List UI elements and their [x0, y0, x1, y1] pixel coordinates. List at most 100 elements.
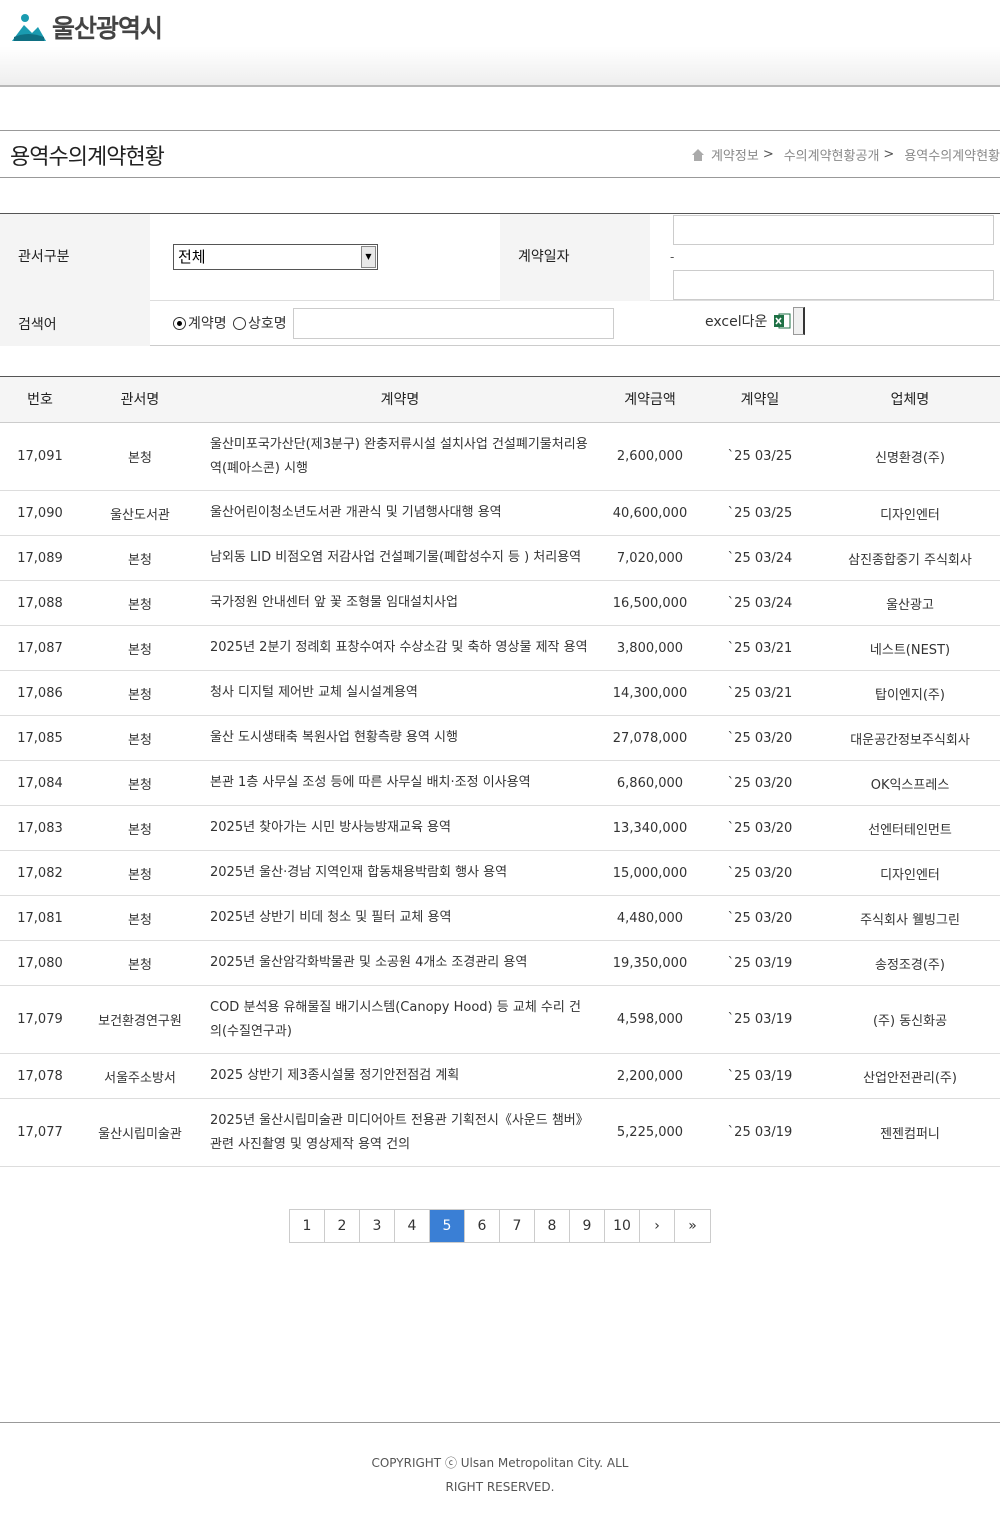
cell-amount: 15,000,000: [612, 865, 688, 881]
cell-name[interactable]: 2025년 상반기 비데 청소 및 필터 교체 용역: [210, 896, 590, 940]
page-link-10[interactable]: 10: [605, 1210, 640, 1242]
page-link-5[interactable]: 5: [430, 1210, 465, 1242]
cell-date: `25 03/24: [727, 550, 793, 566]
radio-company-name[interactable]: 상호명: [233, 313, 287, 333]
page-link-7[interactable]: 7: [500, 1210, 535, 1242]
cell-no: 17,087: [17, 640, 63, 656]
end-date-input[interactable]: [673, 270, 994, 300]
cell-dept: 울산도서관: [110, 507, 170, 523]
col-header-dept: 관서명: [120, 392, 160, 408]
cell-name[interactable]: 청사 디지털 제어반 교체 실시설계용역: [210, 671, 590, 715]
page-link-4[interactable]: 4: [395, 1210, 430, 1242]
page-link-2[interactable]: 2: [325, 1210, 360, 1242]
cell-company: 젠젠컴퍼니: [880, 1127, 940, 1142]
cell-name[interactable]: 2025 상반기 제3종시설물 정기안전점검 계획: [210, 1054, 590, 1098]
cell-name[interactable]: 울산 도시생태축 복원사업 현황측량 용역 시행: [210, 716, 590, 760]
cell-amount: 5,225,000: [616, 1125, 684, 1140]
cell-name[interactable]: 2025년 찾아가는 시민 방사능방재교육 용역: [210, 806, 590, 850]
cell-date: `25 03/19: [727, 1068, 793, 1084]
search-form: 관서구분 전체 ▼ 계약일자 - 검색어 계약명 상호명 excel다운: [0, 213, 1000, 346]
cell-date: `25 03/24: [727, 595, 793, 611]
cell-date: `25 03/21: [727, 685, 793, 701]
site-logo[interactable]: 울산광역시: [10, 10, 163, 44]
site-footer: COPYRIGHT ⓒ Ulsan Metropolitan City. ALL…: [0, 1422, 1000, 1524]
radio-contract-label: 계약명: [188, 316, 227, 332]
cell-dept: 본청: [128, 732, 152, 748]
cell-name[interactable]: 2025년 울산시립미술관 미디어아트 전용관 기획전시《사운드 챔버》관련 사…: [210, 1099, 590, 1166]
copyright-text: COPYRIGHT ⓒ Ulsan Metropolitan City. ALL…: [371, 1456, 629, 1494]
cell-dept: 본청: [128, 822, 152, 838]
cell-date: `25 03/20: [727, 775, 793, 791]
cell-name[interactable]: 본관 1층 사무실 조성 등에 따른 사무실 배치·조정 이사용역: [210, 761, 590, 805]
radio-contract-name[interactable]: 계약명: [173, 313, 227, 333]
table-row: 17,085 본청 울산 도시생태축 복원사업 현황측량 용역 시행 27,078,0…: [0, 716, 1000, 761]
cell-dept: 본청: [128, 552, 152, 568]
cell-name[interactable]: 2025년 울산암각화박물관 및 소공원 4개소 조경관리 용역: [210, 941, 590, 985]
cell-name[interactable]: 울산어린이청소년도서관 개관식 및 기념행사대행 용역: [210, 491, 590, 535]
page-link-3[interactable]: 3: [360, 1210, 395, 1242]
cell-amount: 40,600,000: [612, 505, 688, 521]
radio-unchecked-icon[interactable]: [233, 316, 246, 330]
cell-date: `25 03/20: [727, 820, 793, 836]
title-bar: 용역수의계약현황 계약정보 > 수의계약현황공개 > 용역수의계약현황: [0, 130, 1000, 178]
dropdown-arrow-icon[interactable]: ▼: [361, 246, 376, 268]
cell-dept: 본청: [128, 777, 152, 793]
cell-name[interactable]: 2025년 울산·경남 지역인재 합동채용박람회 행사 용역: [210, 851, 590, 895]
excel-download-button[interactable]: excel다운: [705, 307, 806, 335]
cell-company: 신명환경(주): [875, 451, 945, 466]
breadcrumb-item-service-contract[interactable]: 용역수의계약현황: [904, 145, 1000, 164]
cell-dept: 서울주소방서: [104, 1070, 176, 1086]
cell-name[interactable]: 울산미포국가산단(제3분구) 완충저류시설 설치사업 건설폐기물처리용역(폐아스…: [210, 423, 590, 490]
table-row: 17,091 본청 울산미포국가산단(제3분구) 완충저류시설 설치사업 건설폐기물…: [0, 423, 1000, 491]
breadcrumb-item-private-contract[interactable]: 수의계약현황공개: [784, 145, 880, 164]
cell-amount: 6,860,000: [616, 775, 684, 791]
dept-select[interactable]: 전체 ▼: [173, 244, 378, 270]
cell-name[interactable]: 2025년 2분기 정례회 표창수여자 수상소감 및 축하 영상물 제작 용역: [210, 626, 590, 670]
cell-date: `25 03/20: [727, 865, 793, 881]
excel-download-label: excel다운: [705, 314, 768, 330]
cell-company: 선엔터테인먼트: [868, 822, 952, 838]
cell-company: 삼진종합중기 주식회사: [848, 552, 972, 568]
col-header-name: 계약명: [380, 392, 420, 408]
table-header: 번호 관서명 계약명 계약금액 계약일 업체명: [0, 377, 1000, 423]
keyword-input[interactable]: [293, 308, 614, 339]
home-icon[interactable]: [691, 148, 705, 162]
page-link-8[interactable]: 8: [535, 1210, 570, 1242]
cell-date: `25 03/25: [727, 449, 793, 464]
cell-company: 탑이엔지(주): [875, 687, 945, 703]
breadcrumb-item-contract-info[interactable]: 계약정보: [711, 145, 759, 164]
pagination: 1 2 3 4 5 6 7 8 9 10 ›»: [289, 1209, 711, 1243]
cell-company: 대운공간정보주식회사: [850, 732, 970, 748]
cell-date: `25 03/20: [727, 730, 793, 746]
cell-no: 17,091: [17, 449, 63, 464]
last-page-icon[interactable]: »: [675, 1210, 710, 1242]
cell-date: `25 03/19: [727, 1012, 793, 1027]
radio-checked-icon[interactable]: [173, 316, 186, 330]
table-row: 17,079 보건환경연구원 COD 분석용 유해물질 배기시스템(Canopy H…: [0, 986, 1000, 1054]
cell-amount: 2,600,000: [616, 449, 684, 464]
table-row: 17,081 본청 2025년 상반기 비데 청소 및 필터 교체 용역 4,480,…: [0, 896, 1000, 941]
cell-company: 주식회사 웰빙그린: [860, 912, 960, 928]
cell-name[interactable]: COD 분석용 유해물질 배기시스템(Canopy Hood) 등 교체 수리 …: [210, 986, 590, 1053]
cell-company: 디자인엔터: [880, 867, 940, 883]
keyword-label: 검색어: [0, 301, 150, 346]
cell-name[interactable]: 남외동 LID 비점오염 저감사업 건설폐기물(폐합성수지 등 ) 처리용역: [210, 536, 590, 580]
contract-table: 번호 관서명 계약명 계약금액 계약일 업체명 17,091 본청 울산미포국가산단…: [0, 376, 1000, 1167]
cell-amount: 7,020,000: [616, 550, 684, 566]
cell-dept: 본청: [128, 451, 152, 466]
page-link-6[interactable]: 6: [465, 1210, 500, 1242]
col-header-amount: 계약금액: [624, 392, 676, 408]
cell-dept: 울산시립미술관: [98, 1127, 182, 1142]
next-page-icon[interactable]: ›: [640, 1210, 675, 1242]
table-row: 17,084 본청 본관 1층 사무실 조성 등에 따른 사무실 배치·조정 이사용…: [0, 761, 1000, 806]
table-row: 17,086 본청 청사 디지털 제어반 교체 실시설계용역 14,300,000 `2…: [0, 671, 1000, 716]
cell-amount: 27,078,000: [612, 730, 688, 746]
page-link-1[interactable]: 1: [290, 1210, 325, 1242]
cell-company: 송정조경(주): [875, 957, 945, 973]
cell-no: 17,082: [17, 865, 63, 881]
start-date-input[interactable]: [673, 215, 994, 245]
page-link-9[interactable]: 9: [570, 1210, 605, 1242]
table-row: 17,078 서울주소방서 2025 상반기 제3종시설물 정기안전점검 계획 2,2…: [0, 1054, 1000, 1099]
search-button[interactable]: [793, 307, 806, 335]
cell-name[interactable]: 국가정원 안내센터 앞 꽃 조형물 임대설치사업: [210, 581, 590, 625]
